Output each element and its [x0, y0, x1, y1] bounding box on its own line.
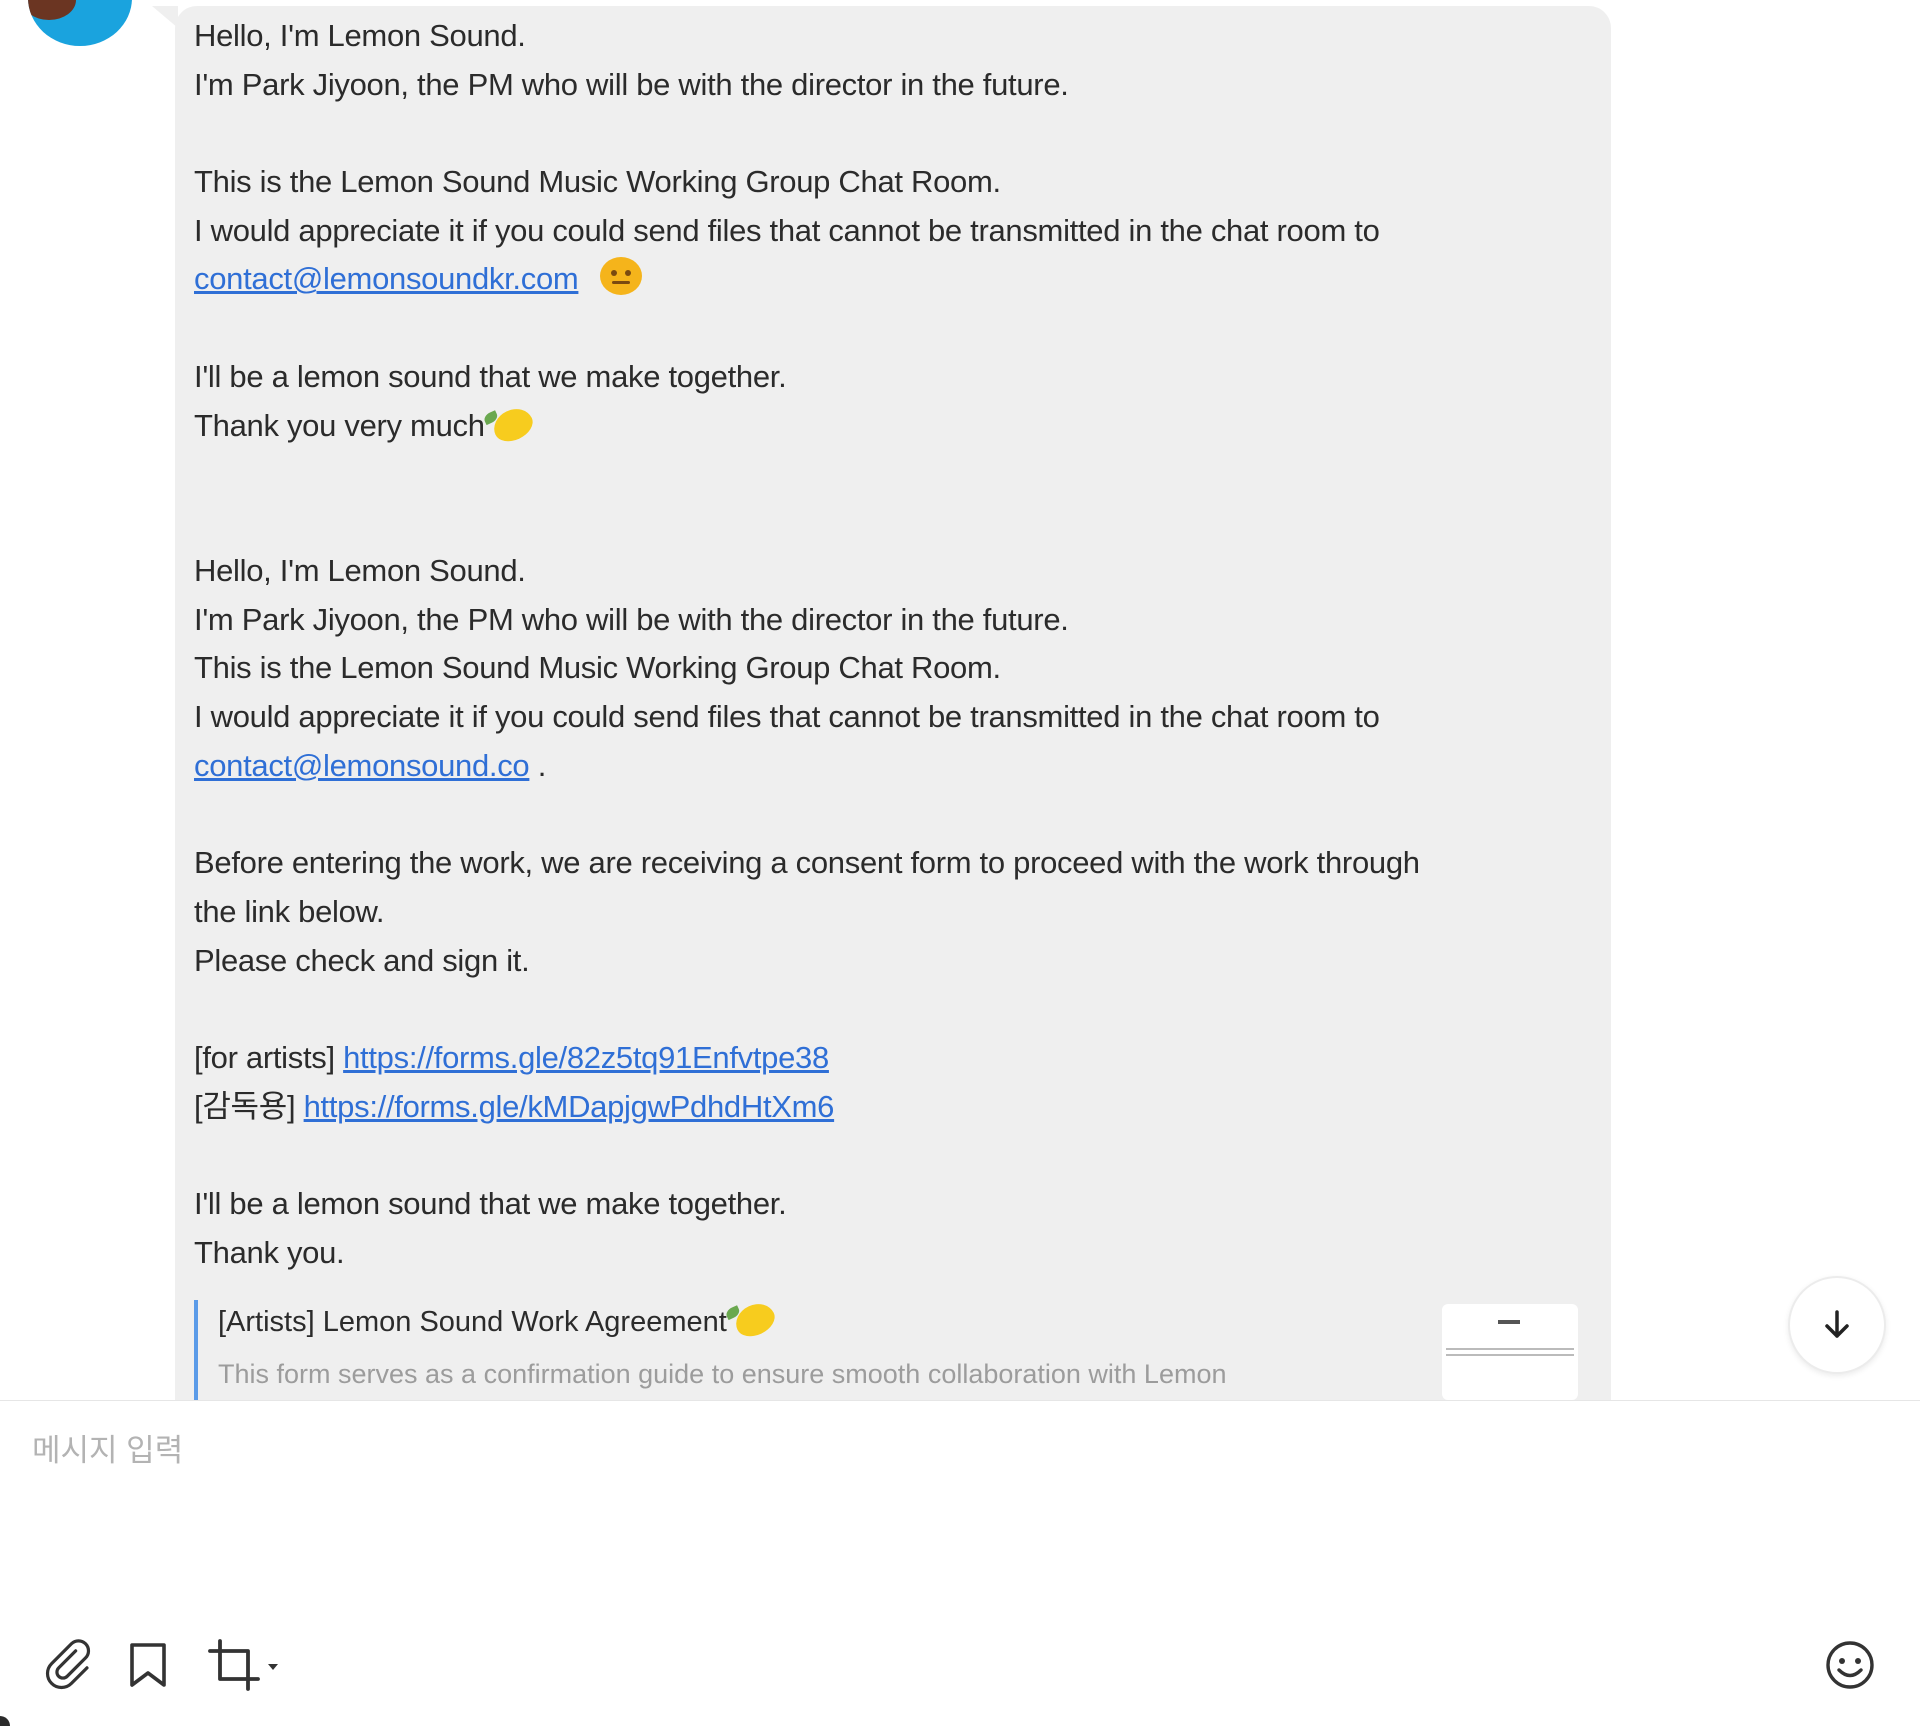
link-preview-thumbnail: [1442, 1304, 1578, 1400]
crop-capture-icon: [208, 1639, 278, 1691]
link-label: [for artists]: [194, 1039, 344, 1075]
message-line: contact@lemonsoundkr.com: [194, 255, 1574, 304]
link-label: [감독용]: [194, 1088, 304, 1124]
message-text: I would appreciate it if you could send …: [194, 212, 1380, 248]
message-text: Please check and sign it.: [194, 942, 530, 978]
message-text: I'm Park Jiyoon, the PM who will be with…: [194, 66, 1069, 102]
scroll-to-bottom-button[interactable]: [1788, 1276, 1886, 1374]
attach-file-button[interactable]: [42, 1637, 98, 1693]
message-text: I'll be a lemon sound that we make toget…: [194, 358, 787, 394]
chat-message: Hello, I'm Lemon Sound. I'm Park Jiyoon, …: [194, 547, 1574, 1277]
form-link[interactable]: https://forms.gle/kMDapjgwPdhdHtXm6: [304, 1089, 835, 1124]
message-text: I'll be a lemon sound that we make toget…: [194, 1185, 787, 1221]
form-link[interactable]: https://forms.gle/82z5tq91Enfvtpe38: [343, 1040, 829, 1075]
message-line: the link below.: [194, 888, 1574, 937]
link-preview-description: This form serves as a confirmation guide…: [218, 1359, 1227, 1389]
message-text: .: [529, 747, 547, 783]
message-line: I'll be a lemon sound that we make toget…: [194, 1180, 1574, 1229]
lemon-emoji-icon: [730, 1297, 780, 1343]
bookmark-button[interactable]: [124, 1637, 172, 1693]
paperclip-icon: [45, 1639, 91, 1690]
message-line: contact@lemonsound.co .: [194, 742, 1574, 791]
slight-smile-emoji-icon: [600, 257, 643, 296]
link-preview-accent-bar: [194, 1300, 198, 1400]
link-preview-card[interactable]: [Artists] Lemon Sound Work Agreement Thi…: [194, 1297, 1578, 1400]
email-link[interactable]: contact@lemonsoundkr.com: [194, 261, 579, 296]
message-text: the link below.: [194, 893, 385, 929]
message-line: Hello, I'm Lemon Sound.: [194, 12, 1574, 61]
message-line: I'm Park Jiyoon, the PM who will be with…: [194, 61, 1574, 110]
arrow-down-icon: [1825, 1310, 1849, 1338]
sender-avatar[interactable]: [28, 0, 132, 46]
message-input[interactable]: [30, 1423, 1874, 1597]
message-line: This is the Lemon Sound Music Working Gr…: [194, 644, 1574, 693]
link-preview-title: [Artists] Lemon Sound Work Agreement: [218, 1297, 780, 1344]
message-text: This is the Lemon Sound Music Working Gr…: [194, 650, 1001, 686]
message-line: [감독용] https://forms.gle/kMDapjgwPdhdHtXm…: [194, 1083, 1574, 1132]
message-line: [for artists] https://forms.gle/82z5tq91…: [194, 1034, 1574, 1083]
lemon-emoji-icon: [488, 402, 538, 447]
message-text: Hello, I'm Lemon Sound.: [194, 553, 526, 588]
email-link[interactable]: contact@lemonsound.co: [194, 748, 530, 783]
message-text: Thank you very much: [194, 407, 485, 443]
message-line: I'm Park Jiyoon, the PM who will be with…: [194, 596, 1574, 645]
message-line: Thank you.: [194, 1229, 1574, 1278]
message-line: Before entering the work, we are receivi…: [194, 839, 1574, 888]
smiley-icon: [1826, 1641, 1874, 1689]
message-text: Thank you.: [194, 1234, 345, 1270]
message-line: I'll be a lemon sound that we make toget…: [194, 353, 1574, 402]
message-text: I would appreciate it if you could send …: [194, 699, 1380, 735]
message-line: I would appreciate it if you could send …: [194, 693, 1574, 742]
message-text: I'm Park Jiyoon, the PM who will be with…: [194, 601, 1069, 637]
message-line: Please check and sign it.: [194, 937, 1574, 986]
message-text: Hello, I'm Lemon Sound.: [194, 18, 526, 53]
message-line: Thank you very much: [194, 402, 1574, 451]
chat-message-area: Hello, I'm Lemon Sound. I'm Park Jiyoon, …: [0, 0, 1920, 1400]
emoji-button[interactable]: [1822, 1637, 1878, 1693]
message-line: Hello, I'm Lemon Sound.: [194, 547, 1574, 596]
screen-capture-button[interactable]: [206, 1637, 286, 1693]
chat-message: Hello, I'm Lemon Sound. I'm Park Jiyoon, …: [194, 12, 1574, 548]
bubble-tail: [152, 6, 178, 28]
bookmark-icon: [130, 1643, 166, 1687]
message-text: Before entering the work, we are receivi…: [194, 845, 1420, 881]
message-line: This is the Lemon Sound Music Working Gr…: [194, 158, 1574, 207]
message-text: This is the Lemon Sound Music Working Gr…: [194, 164, 1001, 200]
message-line: I would appreciate it if you could send …: [194, 207, 1574, 256]
message-composer: [0, 1400, 1920, 1727]
